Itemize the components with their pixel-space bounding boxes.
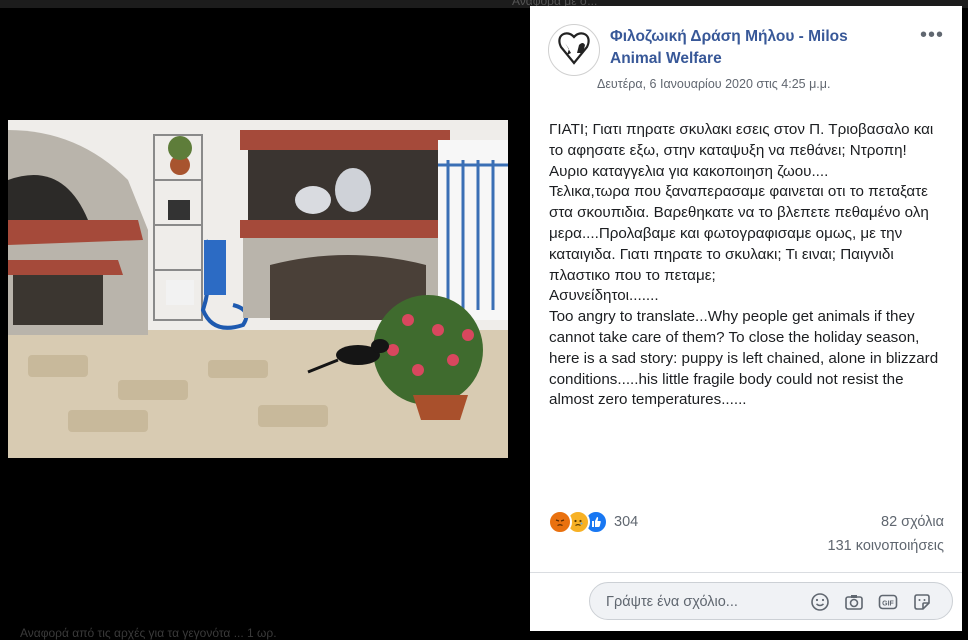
camera-icon[interactable] xyxy=(844,592,864,612)
comment-input[interactable] xyxy=(604,583,808,621)
page-name-link[interactable]: Φιλοζωική Δράση Μήλου - Milos Animal Wel… xyxy=(610,26,900,70)
reactions-summary[interactable]: 304 xyxy=(548,510,638,534)
emoji-icon[interactable] xyxy=(810,592,830,612)
gif-icon[interactable]: GIF xyxy=(878,592,898,612)
background-text-bottom: Αναφορά από τις αρχές για τα γεγονότα ..… xyxy=(20,626,277,640)
divider xyxy=(530,572,962,573)
sticker-icon[interactable] xyxy=(912,592,932,612)
post-photo[interactable] xyxy=(8,120,508,458)
post-text: ΓΙΑΤΙ; Γιατι πηρατε σκυλακι εσεις στον Π… xyxy=(549,121,939,409)
page-avatar[interactable] xyxy=(548,24,600,76)
comments-count-link[interactable]: 82 σχόλια xyxy=(881,514,944,530)
post-panel: Φιλοζωική Δράση Μήλου - Milos Animal Wel… xyxy=(530,6,962,631)
comment-box[interactable]: GIF xyxy=(589,582,953,621)
angry-reaction-icon xyxy=(548,510,572,534)
shares-count-link[interactable]: 131 κοινοποιήσεις xyxy=(828,538,944,554)
post-timestamp[interactable]: Δευτέρα, 6 Ιανουαρίου 2020 στις 4:25 μ.μ… xyxy=(597,77,830,91)
reaction-count: 304 xyxy=(614,514,639,530)
more-options-icon[interactable]: ••• xyxy=(920,24,944,47)
svg-text:GIF: GIF xyxy=(882,601,894,608)
